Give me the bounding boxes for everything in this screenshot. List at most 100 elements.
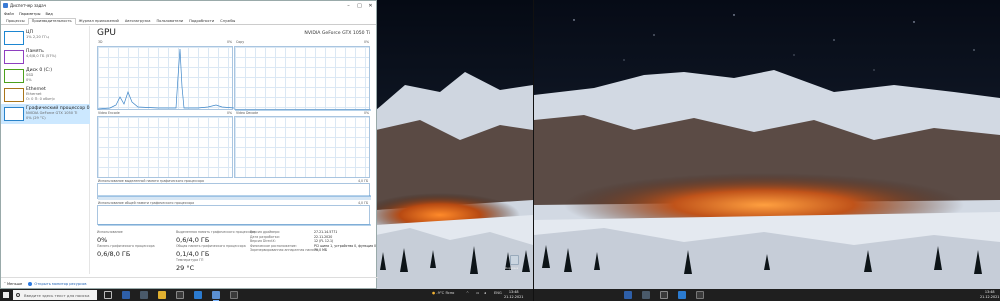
minimize-button[interactable]: – [343, 3, 354, 9]
tab-processes[interactable]: Процессы [3, 19, 28, 24]
file-explorer-icon[interactable] [158, 291, 166, 299]
maximize-button[interactable]: □ [354, 3, 365, 9]
details-labels: Версия драйвера: Дата разработки: Версия… [250, 230, 319, 253]
clock-date-secondary: 21.12.2021 [980, 294, 1000, 299]
graph-copy [234, 46, 371, 111]
tab-details[interactable]: Подробности [186, 19, 217, 24]
gpu-pane: GPU NVIDIA GeForce GTX 1050 Ti 3D 0% Cop… [96, 27, 376, 275]
engine-video-encode-label[interactable]: Video Encode [98, 111, 120, 115]
stat-shared-memory-value: 0,1/4,0 ГБ [176, 250, 210, 258]
engine-copy-label[interactable]: Copy [236, 40, 244, 44]
steam-icon-secondary[interactable] [642, 291, 650, 299]
sidebar-memory-line1: 4,6/8,0 ГБ (57%) [26, 54, 57, 59]
tab-startup[interactable]: Автозагрузка [122, 19, 154, 24]
task-manager-icon [3, 3, 8, 8]
clock-date: 21.12.2021 [504, 294, 524, 299]
stat-gpu-memory-label: Память графического процессора [97, 244, 155, 248]
sidebar-ethernet-line2: О: 0 П: 0 кбит/с [26, 96, 56, 101]
stat-gpu-memory-value: 0,6/8,0 ГБ [97, 250, 131, 258]
detail-value-reserved-memory: 79,0 МБ [314, 248, 328, 253]
menu-file[interactable]: Файл [4, 12, 14, 16]
tab-performance[interactable]: Производительность [27, 18, 76, 25]
tab-services[interactable]: Службы [217, 19, 238, 24]
stat-temperature-label: Температура ГП [176, 258, 204, 262]
taskbar-left: Введите здесь текст для поиска ● -9°C Яс… [0, 289, 533, 301]
sidebar-item-ethernet[interactable]: Ethernet Ethernet О: 0 П: 0 кбит/с [1, 85, 90, 105]
menu-view[interactable]: Вид [45, 12, 52, 16]
tab-strip: Процессы Производительность Журнал прило… [1, 17, 376, 25]
shared-memory-trace [98, 224, 371, 226]
weather-condition: Ясно [445, 291, 455, 295]
close-button[interactable]: ✕ [365, 3, 376, 9]
engine-copy-value: 0% [364, 40, 370, 44]
ethernet-sparkline [4, 88, 24, 102]
title-bar[interactable]: Диспетчер задач – □ ✕ [1, 1, 376, 10]
window-title: Диспетчер задач [10, 3, 47, 8]
recycle-bin-label[interactable]: Корзина [505, 266, 518, 270]
taskbar-right: 13:48 21.12.2021 [534, 289, 1000, 301]
network-icon[interactable]: ▭ [476, 291, 479, 295]
taskbar-clock[interactable]: 13:48 21.12.2021 [504, 290, 523, 299]
memory-sparkline [4, 50, 24, 64]
resource-monitor-label: Открыть монитор ресурсов [34, 281, 87, 286]
sidebar-item-gpu[interactable]: Графический процессор 0 NVIDIA GeForce G… [1, 104, 90, 124]
weather-temperature: -9°C [436, 291, 445, 295]
app-icon-3[interactable] [230, 291, 238, 299]
stat-dedicated-memory-value: 0,6/4,0 ГБ [176, 236, 210, 244]
weather-sun-icon: ● [432, 291, 436, 295]
fewer-details-label: Меньше [6, 281, 23, 286]
app-icon-secondary-2[interactable] [678, 291, 686, 299]
browser-icon[interactable] [122, 291, 130, 299]
tray-chevron-icon[interactable]: ^ [466, 291, 469, 295]
recycle-bin-icon[interactable] [510, 255, 519, 265]
app-icon-secondary-3[interactable] [696, 291, 704, 299]
graph-3d-trace [98, 48, 234, 110]
stat-dedicated-memory: Выделенная память графического процессор… [176, 230, 255, 244]
stat-utilization: Использование 0% [97, 230, 123, 244]
taskbar-clock-secondary[interactable]: 13:48 21.12.2021 [980, 290, 999, 299]
stat-utilization-value: 0% [97, 236, 108, 244]
stat-temperature: Температура ГП 29 °C [176, 258, 203, 272]
steam-icon[interactable] [140, 291, 148, 299]
speaker-icon[interactable]: ◂ [484, 291, 486, 295]
menu-options[interactable]: Параметры [19, 12, 41, 16]
sidebar-disk-line2: 0% [26, 77, 32, 82]
stat-dedicated-memory-label: Выделенная память графического процессор… [176, 230, 256, 234]
task-view-icon[interactable] [104, 291, 112, 299]
app-icon-1[interactable] [176, 291, 184, 299]
start-button[interactable] [3, 292, 9, 298]
gpu-model: NVIDIA GeForce GTX 1050 Ti [304, 31, 370, 36]
app-icon-2[interactable] [194, 291, 202, 299]
gpu-sparkline [4, 107, 24, 121]
graph-copy-trace [235, 109, 371, 111]
open-resource-monitor-link[interactable]: Открыть монитор ресурсов [28, 281, 87, 286]
tab-app-history[interactable]: Журнал приложений [76, 19, 122, 24]
dedicated-memory-trace [98, 195, 371, 200]
details-values: 27.21.14.5771 22.11.2020 12 (FL 12.1) PC… [314, 230, 376, 253]
taskbar-search-box[interactable]: Введите здесь текст для поиска [13, 290, 97, 300]
sidebar-item-cpu[interactable]: ЦП 1% 2,20 ГГц [1, 28, 90, 48]
task-manager-taskbar-icon[interactable] [212, 291, 220, 301]
engine-video-decode-label[interactable]: Video Decode [236, 111, 258, 115]
chevron-up-icon: ˄ [4, 281, 6, 286]
search-icon [16, 292, 20, 297]
monitor-seam [533, 0, 534, 301]
sidebar-item-disk[interactable]: Диск 0 (C:) SSD 0% [1, 66, 90, 86]
browser-icon-secondary[interactable] [624, 291, 632, 299]
graph-3d [97, 46, 234, 110]
right-desktop [534, 0, 1000, 289]
input-language[interactable]: ENG [494, 291, 502, 295]
stat-gpu-memory: Память графического процессора 0,6/8,0 Г… [97, 244, 155, 258]
weather-widget[interactable]: ● -9°C Ясно [432, 291, 454, 295]
stat-shared-memory: Общая память графического процессора 0,1… [176, 244, 246, 258]
graph-video-encode [97, 116, 233, 178]
sidebar-item-memory[interactable]: Память 4,6/8,0 ГБ (57%) [1, 47, 90, 67]
engine-3d-label[interactable]: 3D [98, 40, 102, 44]
graph-shared-memory [97, 205, 371, 226]
tab-users[interactable]: Пользователи [153, 19, 186, 24]
menu-bar: Файл Параметры Вид [1, 10, 376, 17]
task-manager-footer: ˄ Меньше Открыть монитор ресурсов [1, 277, 378, 289]
fewer-details-button[interactable]: ˄ Меньше [4, 282, 22, 286]
app-icon-secondary-1[interactable] [660, 291, 668, 299]
engine-video-encode-value: 0% [227, 111, 233, 115]
